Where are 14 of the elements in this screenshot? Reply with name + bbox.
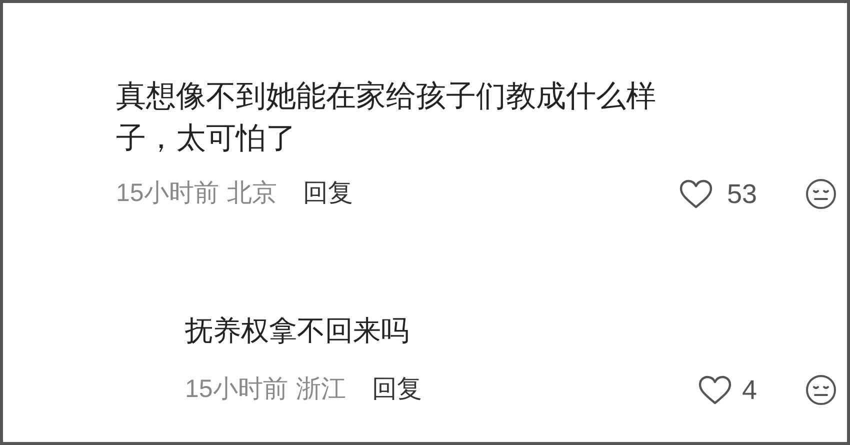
neutral-face-icon[interactable] bbox=[805, 178, 837, 210]
neutral-face-icon[interactable] bbox=[805, 374, 837, 406]
comment-text: 真想像不到她能在家给孩子们教成什么样子，太可怕了 bbox=[116, 79, 657, 157]
comment-location: 北京 bbox=[226, 178, 277, 210]
comment-time: 15小时前 bbox=[116, 178, 219, 210]
heart-icon[interactable] bbox=[679, 179, 713, 209]
like-count: 53 bbox=[726, 178, 757, 211]
reply-link[interactable]: 回复 bbox=[302, 175, 353, 213]
like-count: 4 bbox=[740, 374, 757, 407]
heart-icon[interactable] bbox=[698, 375, 732, 405]
comment-time: 15小时前 bbox=[185, 374, 288, 406]
reply-link[interactable]: 回复 bbox=[372, 371, 422, 409]
comment-location: 浙江 bbox=[296, 374, 346, 406]
reply-text: 抚养权拿不回来吗 bbox=[185, 314, 410, 348]
